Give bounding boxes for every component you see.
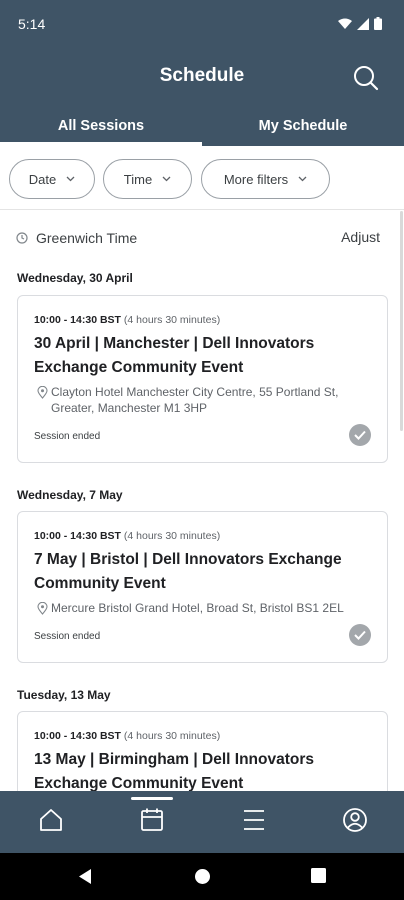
menu-icon bbox=[244, 810, 264, 830]
filter-bar: Date Time More filters bbox=[0, 146, 404, 210]
session-time-range: 10:00 - 14:30 BST bbox=[34, 314, 121, 326]
app-header: Schedule All Sessions My Schedule bbox=[0, 50, 404, 146]
timezone-row: Greenwich Time Adjust bbox=[16, 227, 380, 249]
session-ended-check-icon bbox=[349, 424, 371, 446]
active-tab-indicator bbox=[131, 797, 173, 800]
back-icon[interactable] bbox=[77, 868, 93, 885]
location-pin-icon bbox=[37, 602, 48, 615]
session-title: 30 April | Manchester | Dell Innovators … bbox=[34, 335, 315, 376]
nav-home[interactable] bbox=[36, 805, 66, 835]
schedule-tabs: All Sessions My Schedule bbox=[0, 112, 404, 146]
nav-schedule[interactable] bbox=[137, 805, 167, 835]
session-time: 10:00 - 14:30 BST (4 hours 30 minutes) bbox=[34, 530, 220, 542]
location-pin-icon bbox=[37, 386, 48, 399]
session-status: Session ended bbox=[34, 431, 101, 442]
chevron-down-icon bbox=[162, 176, 171, 182]
date-filter-chip[interactable]: Date bbox=[9, 159, 95, 199]
time-filter-label: Time bbox=[123, 171, 153, 187]
time-filter-chip[interactable]: Time bbox=[103, 159, 192, 199]
day-header: Tuesday, 13 May bbox=[17, 688, 111, 702]
recents-icon[interactable] bbox=[311, 868, 326, 883]
session-duration: (4 hours 30 minutes) bbox=[123, 314, 221, 326]
battery-icon bbox=[374, 17, 382, 30]
status-icons bbox=[338, 17, 382, 30]
system-navigation-bar bbox=[0, 853, 404, 900]
day-header: Wednesday, 7 May bbox=[17, 488, 123, 502]
app-screen: 5:14 Schedule All Sessions My Schedule D… bbox=[0, 0, 404, 900]
session-title: 13 May | Birmingham | Dell Innovators Ex… bbox=[34, 751, 314, 791]
session-location-text: Mercure Bristol Grand Hotel, Broad St, B… bbox=[51, 601, 344, 615]
session-card[interactable]: 10:00 - 14:30 BST (4 hours 30 minutes) 7… bbox=[17, 511, 388, 663]
status-bar: 5:14 bbox=[0, 0, 404, 50]
tab-all-sessions[interactable]: All Sessions bbox=[0, 112, 202, 146]
day-header: Wednesday, 30 April bbox=[17, 271, 133, 285]
session-card[interactable]: 10:00 - 14:30 BST (4 hours 30 minutes) 1… bbox=[17, 711, 388, 791]
home-icon bbox=[40, 809, 62, 831]
session-list[interactable]: Greenwich Time Adjust Wednesday, 30 Apri… bbox=[0, 211, 404, 791]
calendar-icon bbox=[141, 808, 163, 831]
session-duration: (4 hours 30 minutes) bbox=[123, 730, 221, 742]
chevron-down-icon bbox=[298, 176, 307, 182]
home-button-icon[interactable] bbox=[194, 868, 211, 885]
session-ended-check-icon bbox=[349, 624, 371, 646]
wifi-icon bbox=[338, 18, 352, 29]
session-card[interactable]: 10:00 - 14:30 BST (4 hours 30 minutes) 3… bbox=[17, 295, 388, 463]
nav-menu[interactable] bbox=[239, 805, 269, 835]
more-filters-label: More filters bbox=[223, 171, 289, 187]
bottom-navigation bbox=[0, 791, 404, 853]
session-location-text: Clayton Hotel Manchester City Centre, 55… bbox=[51, 385, 339, 415]
session-location: Mercure Bristol Grand Hotel, Broad St, B… bbox=[34, 600, 379, 616]
session-time-range: 10:00 - 14:30 BST bbox=[34, 730, 121, 742]
search-button[interactable] bbox=[352, 64, 380, 92]
session-time: 10:00 - 14:30 BST (4 hours 30 minutes) bbox=[34, 314, 220, 326]
session-status: Session ended bbox=[34, 631, 101, 642]
signal-icon bbox=[357, 17, 369, 30]
page-title: Schedule bbox=[159, 65, 245, 86]
nav-profile[interactable] bbox=[340, 805, 370, 835]
tab-my-schedule[interactable]: My Schedule bbox=[202, 112, 404, 146]
session-title: 7 May | Bristol | Dell Innovators Exchan… bbox=[34, 551, 342, 592]
profile-icon bbox=[343, 808, 367, 832]
clock-icon bbox=[16, 232, 28, 244]
scrollbar[interactable] bbox=[400, 211, 403, 431]
session-duration: (4 hours 30 minutes) bbox=[123, 530, 221, 542]
search-icon bbox=[354, 66, 379, 91]
adjust-timezone-link[interactable]: Adjust bbox=[341, 229, 380, 245]
session-time: 10:00 - 14:30 BST (4 hours 30 minutes) bbox=[34, 730, 220, 742]
status-time: 5:14 bbox=[18, 16, 46, 32]
session-location: Clayton Hotel Manchester City Centre, 55… bbox=[34, 384, 374, 416]
date-filter-label: Date bbox=[28, 171, 57, 187]
chevron-down-icon bbox=[66, 176, 75, 182]
more-filters-chip[interactable]: More filters bbox=[201, 159, 330, 199]
session-time-range: 10:00 - 14:30 BST bbox=[34, 530, 121, 542]
timezone-label: Greenwich Time bbox=[36, 230, 138, 246]
